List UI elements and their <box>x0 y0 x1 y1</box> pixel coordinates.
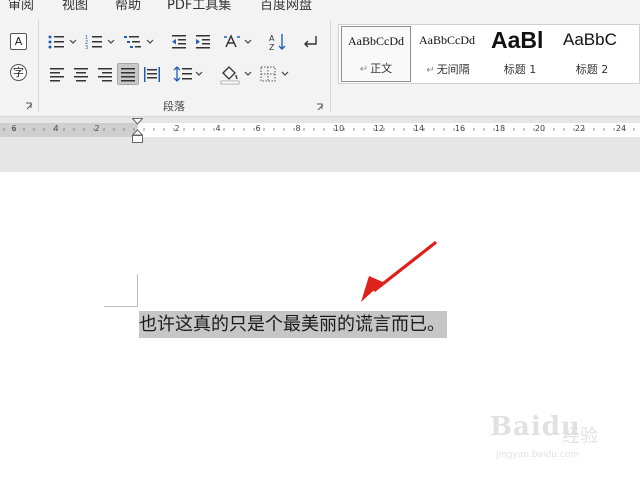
increase-indent-icon <box>196 35 210 49</box>
ruler-number: 20 <box>534 124 546 133</box>
style-name: ↵ 无间隔 <box>413 61 483 77</box>
selected-text[interactable]: 也许这真的只是个最美丽的谎言而已。 <box>139 311 447 338</box>
paragraph-group-label: 段落 <box>163 100 185 113</box>
align-right-icon <box>98 68 112 82</box>
style-name: 标题 2 <box>575 63 609 76</box>
ruler-number: 18 <box>494 124 506 133</box>
baidu-jingyan-watermark: Baidu 经验 jingyan.baidu.com <box>490 408 630 468</box>
styles-gallery: AaBbCcDd ↵ 正文 AaBbCcDd ↵ 无间隔 AaBl 标题 1 AaB… <box>338 24 640 84</box>
justify-button[interactable] <box>117 63 139 85</box>
distributed-button[interactable] <box>141 63 163 85</box>
horizontal-ruler[interactable]: 6 4 2 2 4 6 8 10 12 14 16 18 20 22 24 <box>0 123 640 137</box>
ruler-number: 6 <box>11 124 17 133</box>
paragraph-mark-icon: ↵ <box>426 65 435 76</box>
numbered-list-icon: 1 2 3 <box>85 35 115 51</box>
paragraph-mark-icon: ↵ <box>359 64 369 75</box>
svg-text:Z: Z <box>269 43 275 52</box>
ruler-number: 4 <box>53 124 59 133</box>
decrease-indent-icon <box>172 35 186 49</box>
tab-help[interactable]: 帮助 <box>115 0 141 13</box>
style-no-spacing[interactable]: AaBbCcDd ↵ 无间隔 <box>413 26 483 82</box>
menu-tab-bar: 审阅 视图 帮助 PDF工具集 百度网盘 <box>0 0 640 14</box>
style-preview: AaBl <box>491 27 544 53</box>
tab-view[interactable]: 视图 <box>62 0 88 13</box>
ruler-number: 10 <box>333 124 345 133</box>
chinese-layout-button[interactable] <box>222 31 256 53</box>
sort-button[interactable]: A Z <box>266 31 290 53</box>
enclose-character-icon[interactable]: 字 <box>10 64 27 81</box>
group-separator <box>330 20 331 112</box>
font-dialog-launcher-icon[interactable] <box>25 102 33 110</box>
numbering-button[interactable]: 1 2 3 <box>84 31 118 53</box>
style-name: ↵ 正文 <box>342 60 410 76</box>
style-name-label: 无间隔 <box>436 63 470 76</box>
borders-icon <box>260 66 289 82</box>
style-preview: AaBbCcDd <box>348 34 404 48</box>
style-preview: AaBbC <box>563 30 617 49</box>
style-heading-2[interactable]: AaBbC 标题 2 <box>557 26 627 82</box>
ruler-number: 4 <box>215 124 221 133</box>
borders-button[interactable] <box>258 63 292 85</box>
align-right-button[interactable] <box>94 63 116 85</box>
increase-indent-button[interactable] <box>192 31 214 53</box>
align-center-icon <box>74 68 88 82</box>
style-name: 标题 1 <box>503 63 537 76</box>
ruler-number: 14 <box>413 124 425 133</box>
align-left-button[interactable] <box>46 63 68 85</box>
ruler-number: 24 <box>615 124 627 133</box>
tab-review[interactable]: 审阅 <box>8 0 34 13</box>
decrease-indent-button[interactable] <box>168 31 190 53</box>
style-normal[interactable]: AaBbCcDd ↵ 正文 <box>341 26 411 82</box>
align-center-button[interactable] <box>70 63 92 85</box>
sort-az-icon: A Z <box>269 34 286 52</box>
style-name-label: 正文 <box>370 62 393 75</box>
svg-text:A: A <box>269 34 275 43</box>
crop-mark <box>104 306 138 307</box>
ribbon: A 字 1 2 3 A Z 段落 AaBbCcDd ↵ 正文 AaBbCcDd … <box>0 14 640 117</box>
line-spacing-icon <box>173 66 203 82</box>
ruler-number: 2 <box>94 124 100 133</box>
ruler-number: 6 <box>255 124 261 133</box>
svg-text:3: 3 <box>85 45 88 51</box>
paragraph-mark-icon <box>304 36 317 48</box>
bullets-button[interactable] <box>46 31 80 53</box>
paragraph-dialog-launcher-icon[interactable] <box>316 103 324 111</box>
align-left-icon <box>50 68 64 82</box>
show-marks-button[interactable] <box>298 31 322 53</box>
ruler-number: 12 <box>373 124 385 133</box>
group-separator <box>38 20 39 112</box>
line-spacing-button[interactable] <box>172 63 206 85</box>
style-preview: AaBbCcDd <box>419 33 475 47</box>
multilevel-list-button[interactable] <box>122 31 158 53</box>
distributed-icon <box>144 67 160 82</box>
tab-pdf-tools[interactable]: PDF工具集 <box>167 0 231 13</box>
paint-bucket-icon <box>220 66 252 85</box>
crop-mark <box>137 274 138 307</box>
indent-marker-icon[interactable] <box>132 118 143 146</box>
style-heading-1[interactable]: AaBl 标题 1 <box>485 26 555 82</box>
shading-button[interactable] <box>218 63 256 85</box>
ruler-number: 22 <box>574 124 586 133</box>
justify-icon <box>121 68 135 82</box>
chinese-layout-icon <box>224 34 252 48</box>
ruler-number: 2 <box>174 124 180 133</box>
watermark-url: jingyan.baidu.com <box>496 450 580 460</box>
bullet-list-icon <box>48 35 77 49</box>
watermark-suffix: 经验 <box>562 426 598 447</box>
character-border-icon[interactable]: A <box>10 33 27 50</box>
ruler-number: 8 <box>295 124 301 133</box>
multilevel-list-icon <box>124 36 154 48</box>
annotation-arrow-icon <box>361 241 437 302</box>
ruler-number: 16 <box>454 124 466 133</box>
tab-baidu-netdisk[interactable]: 百度网盘 <box>260 0 312 13</box>
